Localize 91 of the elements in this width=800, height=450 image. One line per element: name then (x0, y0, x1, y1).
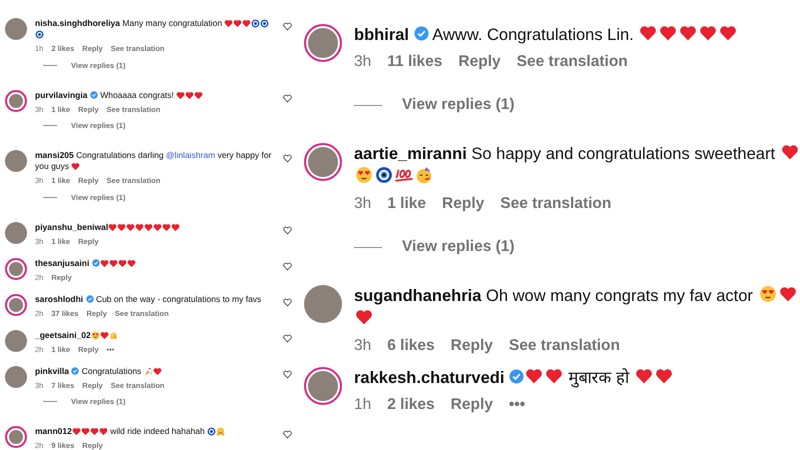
avatar[interactable] (304, 285, 342, 323)
like-count[interactable]: 6 likes (387, 337, 435, 355)
comment-time: 3h (354, 195, 372, 213)
heart-icon (71, 162, 80, 171)
evil-eye-icon (251, 19, 260, 28)
evil-eye-icon (207, 427, 216, 436)
heart-outline-icon[interactable] (283, 94, 292, 102)
heart-icon (679, 24, 698, 42)
comment-text: rakkesh.chaturvedi मुबारक हो (354, 367, 800, 390)
heart-outline-icon[interactable] (283, 370, 292, 378)
username-link[interactable]: nisha.singhdhoreliya (35, 18, 120, 28)
comment-text: sugandhanehria Oh wow many congrats my fav actor (354, 285, 800, 331)
reply-button[interactable]: Reply (450, 337, 493, 355)
avatar[interactable] (5, 330, 27, 352)
party-popper-icon (144, 366, 153, 376)
comment-text: pinkvilla Congratulations (35, 366, 275, 376)
heart-icon (152, 366, 162, 376)
username-link[interactable]: sugandhanehria (354, 287, 482, 305)
see-translation-link[interactable]: See translation (508, 337, 620, 355)
heart-icon (634, 367, 653, 385)
heart-icon (525, 367, 544, 385)
comment-text: nisha.singhdhoreliya Many many congratulation (35, 18, 275, 40)
username-link[interactable]: piyanshu_beniwal (35, 222, 108, 232)
view-replies-link[interactable]: View replies (1) (402, 238, 515, 256)
avatar[interactable] (5, 90, 27, 112)
reply-button[interactable]: Reply (442, 195, 484, 213)
heart-outline-icon[interactable] (283, 298, 292, 306)
avatar[interactable] (5, 366, 27, 388)
comment-text: saroshlodhi Cub on the way - congratulations to my favs (35, 294, 262, 304)
heart-icon (355, 308, 373, 326)
heart-outline-icon[interactable] (283, 262, 292, 270)
see-translation-link[interactable]: See translation (516, 53, 628, 71)
username-link[interactable]: aartie_miranni (354, 145, 467, 163)
heart-outline-icon[interactable] (283, 22, 292, 31)
avatar[interactable] (5, 426, 27, 448)
mention-link[interactable]: @linlaishram (166, 150, 216, 160)
heart-eyes-face-icon (90, 330, 100, 340)
like-count[interactable]: 2 likes (387, 396, 435, 414)
avatar[interactable] (304, 143, 342, 181)
comment-text: purvilavingia Whoaaaa congrats! (35, 90, 275, 100)
hugging-face-icon (216, 427, 226, 436)
reply-button[interactable]: Reply (458, 53, 501, 71)
heart-icon (654, 367, 673, 385)
username-link[interactable]: saroshlodhi (35, 294, 84, 304)
heart-icon (699, 24, 718, 42)
evil-eye-icon (375, 166, 393, 184)
comment-text: mann012 wild ride indeed hahahah (35, 426, 275, 437)
username-link[interactable]: mann012 (35, 426, 72, 436)
comment-time: 3h (354, 337, 372, 355)
heart-icon (778, 285, 796, 303)
username-link[interactable]: bbhiral (354, 26, 410, 44)
heart-outline-icon[interactable] (283, 430, 292, 439)
avatar[interactable] (5, 222, 27, 244)
heart-icon (639, 24, 658, 42)
avatar[interactable] (5, 258, 27, 280)
username-link[interactable]: pinkvilla (35, 366, 70, 376)
like-count[interactable]: 1 like (387, 195, 426, 213)
username-link[interactable]: purvilavingia (35, 90, 88, 100)
reply-button[interactable]: Reply (450, 396, 493, 414)
heart-icon (719, 24, 738, 42)
heart-eyes-face-icon (355, 166, 373, 184)
see-translation-link[interactable]: See translation (500, 195, 612, 213)
avatar[interactable] (304, 367, 342, 405)
heart-icon (659, 24, 678, 42)
avatar[interactable] (5, 294, 27, 316)
comment-time: 1h (354, 396, 372, 414)
username-link[interactable]: mansi205 (35, 150, 74, 160)
evil-eye-icon (260, 19, 270, 28)
heart-outline-icon[interactable] (283, 226, 292, 234)
avatar[interactable] (304, 24, 342, 62)
more-options-button[interactable]: ••• (508, 396, 526, 414)
view-replies-link[interactable]: View replies (1) (402, 96, 515, 114)
heart-icon (545, 367, 564, 385)
heart-eyes-face-icon (758, 285, 776, 303)
heart-outline-icon[interactable] (283, 154, 292, 163)
username-link[interactable]: rakkesh.chaturvedi (354, 369, 504, 387)
avatar[interactable] (5, 150, 27, 172)
party-face-icon (415, 166, 433, 184)
like-count[interactable]: 11 likes (387, 53, 442, 71)
heart-outline-icon[interactable] (283, 334, 292, 342)
comment-text: mansi205 Congratulations darling @linlaishram very happy for you guys (35, 150, 272, 172)
username-link[interactable]: _geetsaini_02 (35, 330, 91, 340)
comment-text: aartie_miranni So happy and congratulations sweetheart (354, 143, 800, 189)
comment-time: 3h (354, 53, 372, 71)
heart-icon (780, 143, 799, 161)
evil-eye-icon (35, 30, 44, 39)
avatar[interactable] (5, 18, 27, 40)
heart-icon (100, 330, 109, 340)
username-link[interactable]: thesanjusaini (35, 258, 90, 268)
comment-text: bbhiral Awww. Congratulations Lin. (354, 24, 800, 47)
raised-hands-icon (108, 330, 118, 340)
